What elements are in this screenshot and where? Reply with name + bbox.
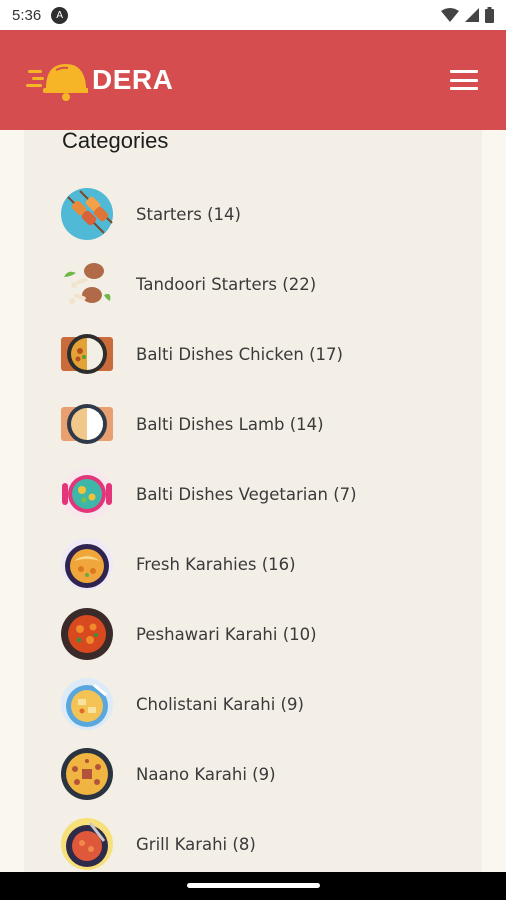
balti-lamb-icon (61, 404, 113, 444)
category-item-tandoori-starters[interactable]: Tandoori Starters (22) (60, 256, 460, 312)
category-label: Balti Dishes Lamb (14) (136, 414, 324, 434)
category-label: Starters (14) (136, 204, 241, 224)
grill-karahi-icon (61, 818, 113, 870)
delivery-helmet-logo-icon (26, 64, 88, 101)
category-label: Grill Karahi (8) (136, 834, 256, 854)
peshawari-karahi-icon (61, 608, 113, 660)
logo[interactable]: DERA (26, 58, 173, 102)
app-header: DERA (0, 30, 506, 130)
category-label: Balti Dishes Vegetarian (7) (136, 484, 357, 504)
menu-line (450, 70, 478, 73)
balti-chicken-icon (61, 334, 113, 374)
category-label: Peshawari Karahi (10) (136, 624, 317, 644)
category-item-starters[interactable]: Starters (14) (60, 186, 460, 242)
hamburger-menu-button[interactable] (448, 68, 480, 92)
categories-heading: Categories (62, 130, 169, 153)
category-item-balti-lamb[interactable]: Balti Dishes Lamb (14) (60, 396, 460, 452)
logo-text: DERA (92, 64, 174, 95)
category-item-grill-karahi[interactable]: Grill Karahi (8) (60, 816, 460, 872)
home-gesture-handle[interactable] (187, 883, 320, 888)
category-label: Balti Dishes Chicken (17) (136, 344, 343, 364)
fresh-karahi-icon (61, 538, 113, 590)
menu-line (450, 87, 478, 90)
category-item-naano-karahi[interactable]: Naano Karahi (9) (60, 746, 460, 802)
category-item-fresh-karahies[interactable]: Fresh Karahies (16) (60, 536, 460, 592)
wifi-icon (441, 8, 459, 22)
naano-karahi-icon (61, 748, 113, 800)
category-label: Fresh Karahies (16) (136, 554, 296, 574)
balti-vegetarian-icon (61, 468, 113, 520)
battery-icon (485, 7, 494, 23)
category-item-balti-chicken[interactable]: Balti Dishes Chicken (17) (60, 326, 460, 382)
cholistani-karahi-icon (61, 678, 113, 730)
app-notification-icon: A (51, 6, 69, 24)
menu-line (450, 78, 478, 82)
category-item-cholistani-karahi[interactable]: Cholistani Karahi (9) (60, 676, 460, 732)
category-item-balti-vegetarian[interactable]: Balti Dishes Vegetarian (7) (60, 466, 460, 522)
skewers-icon (61, 188, 113, 240)
signal-icon (465, 8, 479, 22)
status-time: 5:36 (12, 6, 42, 24)
category-label: Tandoori Starters (22) (136, 274, 317, 294)
status-bar: 5:36 A (0, 0, 506, 30)
category-label: Naano Karahi (9) (136, 764, 276, 784)
categories-panel: Categories Starters (14) Tandoori Starte… (24, 130, 482, 872)
category-item-peshawari-karahi[interactable]: Peshawari Karahi (10) (60, 606, 460, 662)
drumsticks-icon (64, 263, 111, 304)
system-navigation-bar (0, 872, 506, 900)
status-icons (441, 7, 494, 23)
category-label: Cholistani Karahi (9) (136, 694, 304, 714)
